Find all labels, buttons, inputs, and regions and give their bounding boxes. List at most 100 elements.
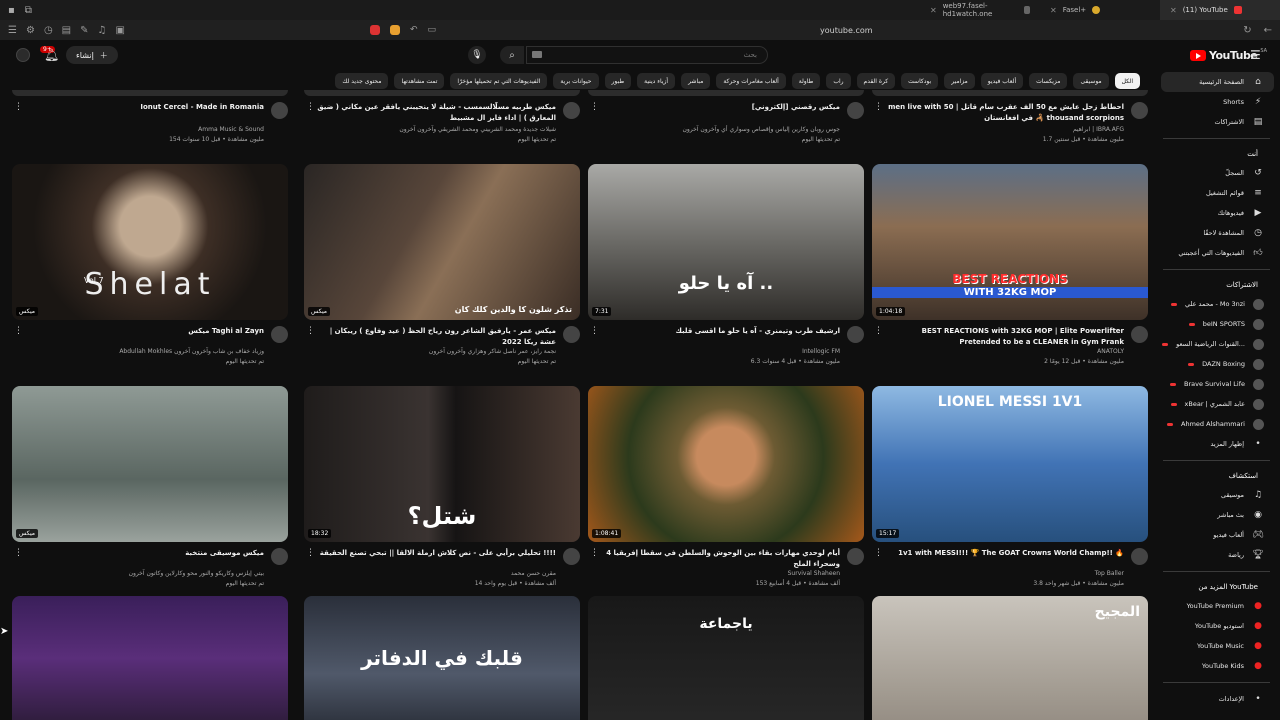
video-title[interactable]: 1v1 with MESSI!!! 🏆 The GOAT Crowns Worl… [880,548,1124,559]
channel-name[interactable]: Amma Music & Sound [198,126,264,133]
chip-6[interactable]: كرة القدم [856,73,896,89]
video-card[interactable]: Ionut Cercel - Made in Romania Amma Music… [12,90,288,158]
video-title[interactable]: ميكس Taghi al Zayn [20,326,264,337]
video-thumbnail[interactable]: ياجماعة [588,596,864,720]
video-thumbnail[interactable]: تذكر شلون كا والدين كلك كان ميكس [304,164,580,320]
window-icon[interactable]: ▣ [115,25,124,36]
chip-5[interactable]: بودكاست [901,73,939,89]
sidebar-item[interactable]: YouTube استوديو ● [1155,616,1280,636]
video-card[interactable]: شتل؟ 18:32 تحليلي برأيي على - نص كلاش ارمل… [304,386,580,602]
chip-16[interactable]: محتوى جديد لك [335,73,389,89]
channel-avatar[interactable] [1131,548,1148,565]
video-card[interactable]: ميكس طربيه مسلّالسمسب - شيلة لا ينحيبني … [304,90,580,158]
video-thumbnail[interactable]: آه يا حلو .. 7:31 [588,164,864,320]
channel-avatar[interactable] [563,326,580,343]
channel-avatar[interactable] [271,326,288,343]
video-title[interactable]: تحليلي برأيي على - نص كلاش ارملة الالقا … [312,548,556,559]
sidebar-item[interactable]: بث مباشر ◉ [1155,505,1280,525]
browser-tab-active[interactable]: ✕ (11) YouTube [1160,0,1280,20]
chip-8[interactable]: طاولة [791,73,821,89]
video-card[interactable]: Shelat Vol.7 ميكس ميكس Taghi al Zayn Abdulla… [12,164,288,380]
settings-icon[interactable]: ⚙ [26,25,35,36]
channel-avatar[interactable] [271,548,288,565]
video-title[interactable]: ميكس عمر - يارفيق الشاعر رون رياح الحظ (… [312,326,556,348]
chip-7[interactable]: راب [826,73,851,89]
video-thumbnail[interactable]: BEST REACTIONS WITH 32KG MOP 1:04:18 [872,164,1148,320]
sidebar-item[interactable]: YouTube Music ● [1155,636,1280,656]
video-card[interactable]: ميكس ميكس موسيقى منتخبة بيتي إيلزس وكاريكو… [12,386,288,602]
video-card[interactable]: آه يا حلو .. 7:31 ارشيف طرب وتيمنري - آه ي… [588,164,864,380]
more-options-icon[interactable]: ⋮ [874,548,883,558]
menu-icon[interactable]: ☰ [8,25,17,36]
close-icon[interactable]: ✕ [1050,6,1057,15]
more-options-icon[interactable]: ⋮ [14,102,23,112]
sidebar-item[interactable]: الإعدادات • [1155,689,1280,709]
menu-icon[interactable]: ☰ [1250,48,1261,62]
chip-9[interactable]: ألعاب مغامرات وحركة [716,73,786,89]
video-thumbnail[interactable]: المجيح [872,596,1148,720]
sidebar-item[interactable]: Brave Survival Life [1155,374,1280,394]
address-bar[interactable]: youtube.com [820,26,873,35]
more-options-icon[interactable]: ⋮ [14,326,23,336]
avatar[interactable] [16,48,30,62]
more-options-icon[interactable]: ⋮ [14,548,23,558]
screen-icon[interactable]: ▭ [428,25,437,35]
sidebar-item[interactable]: قوائم التشغيل ≡ [1155,183,1280,203]
video-title[interactable]: 4 أيام لوحدي مهارات بقاء بين الوحوش والس… [596,548,840,570]
more-options-icon[interactable]: ⋮ [874,326,883,336]
video-card[interactable]: ميكس رقصني [إلكتروني] جوس روبان وكارين إل… [588,90,864,158]
keyboard-icon[interactable] [532,51,542,58]
chip-4[interactable]: مزامير [944,73,975,89]
video-title[interactable]: ميكس رقصني [إلكتروني] [596,102,840,113]
chip-1[interactable]: موسيقى [1073,73,1109,89]
channel-name[interactable]: شيلات جديدة ومحمد الشربيني ومحمد الشريقي… [399,126,556,133]
sidebar-item[interactable]: الفيديوهات التي أعجبتني 👍︎ [1155,243,1280,263]
browser-tab[interactable]: ✕ Fasel+ [1040,0,1160,20]
chip-10[interactable]: مباشر [681,73,711,89]
video-card[interactable]: 1:08:41 4 أيام لوحدي مهارات بقاء بين الوح… [588,386,864,602]
chip-12[interactable]: طبور [604,73,632,89]
channel-avatar[interactable] [563,102,580,119]
panel-icon[interactable]: ▤ [62,25,71,36]
more-options-icon[interactable]: ⋮ [590,548,599,558]
sidebar-item[interactable]: رياضة 🏆︎ [1155,545,1280,565]
video-card[interactable] [12,596,288,720]
video-card[interactable]: المجيح [872,596,1148,720]
channel-name[interactable]: نجمة رايز، عمر ناصل شاكر وهزاري وآخرون آ… [429,348,556,355]
video-title[interactable]: BEST REACTIONS with 32KG MOP | Elite Pow… [880,326,1124,348]
sidebar-toggle-icon[interactable]: ▪ [8,5,15,16]
music-icon[interactable]: ♫ [98,25,107,36]
more-options-icon[interactable]: ⋮ [306,102,315,112]
bell-icon[interactable]: 🔔︎ [44,48,59,62]
video-title[interactable]: ميكس طربيه مسلّالسمسب - شيلة لا ينحيبني … [312,102,556,124]
sidebar-item[interactable]: موسيقى ♫ [1155,485,1280,505]
sidebar-item[interactable]: القنوات الرياضية السعو... [1155,334,1280,354]
browser-tab[interactable]: ✕ web97.fasel-hd1watch.one [920,0,1040,20]
close-icon[interactable]: ✕ [1170,6,1177,15]
back-arrow-icon[interactable]: ← [1264,25,1272,36]
sidebar-item[interactable]: beIN SPORTS [1155,314,1280,334]
more-options-icon[interactable]: ⋮ [590,102,599,112]
sidebar-item[interactable]: المشاهدة لاحقًا ◷ [1155,223,1280,243]
create-button[interactable]: إنشاء ＋ [66,46,118,64]
chip-11[interactable]: أزياء دينية [637,73,676,89]
video-card[interactable]: قلبك في الدفاتر [304,596,580,720]
video-card[interactable]: BEST REACTIONS WITH 32KG MOP 1:04:18 BEST R… [872,164,1148,380]
video-title[interactable]: ميكس موسيقى منتخبة [20,548,264,559]
video-title[interactable]: Ionut Cercel - Made in Romania [20,102,264,113]
sidebar-item[interactable]: xBear | عابد الشمري [1155,394,1280,414]
chip-13[interactable]: حيوانات برية [553,73,599,89]
channel-name[interactable]: Intellogic FM [802,348,840,355]
chip-3[interactable]: ألعاب فيديو [980,73,1024,89]
reload-icon[interactable]: ↻ [1243,25,1251,36]
channel-name[interactable]: Top Baller [1095,570,1124,577]
channel-name[interactable]: بيتي إيلزس وكاريكو والنور محو وكارلاين و… [129,570,264,577]
chip-14[interactable]: الفيديوهات التي تم تحميلها مؤخرًا [450,73,548,89]
more-options-icon[interactable]: ⋮ [306,548,315,558]
history-icon[interactable]: ◷ [44,25,53,36]
channel-avatar[interactable] [271,102,288,119]
more-options-icon[interactable]: ⋮ [306,326,315,336]
chip-0[interactable]: الكل [1114,73,1140,89]
channel-name[interactable]: ابراهيم | IBRA.AFG [1073,126,1124,133]
video-thumbnail[interactable]: Shelat Vol.7 ميكس [12,164,288,320]
